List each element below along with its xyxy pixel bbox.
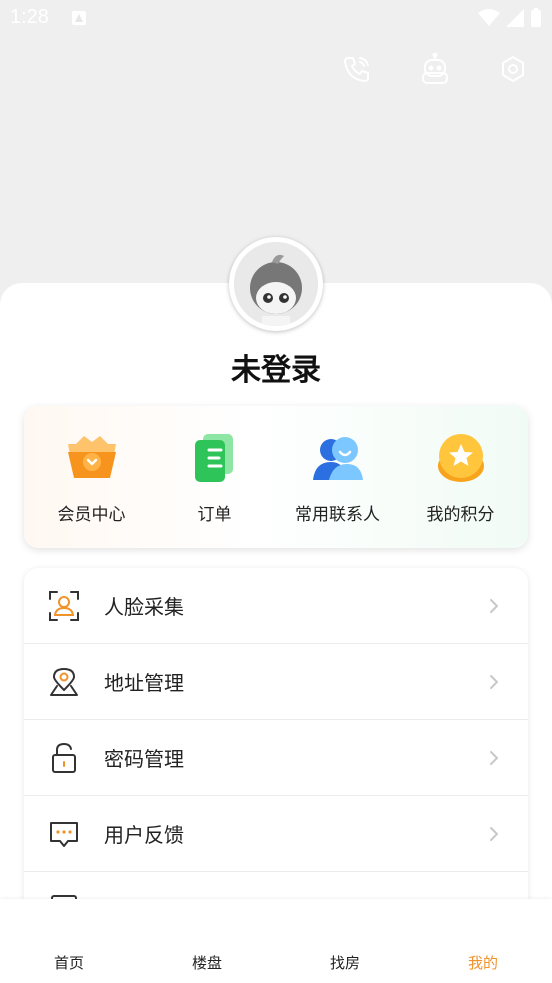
menu-item-password[interactable]: 密码管理 [24,720,528,796]
wifi-icon [478,9,500,26]
settings-icon[interactable] [496,52,530,86]
quick-item-orders[interactable]: 订单 [155,430,275,525]
lock-icon [44,738,84,778]
menu-label: 人脸采集 [104,595,184,619]
user-name[interactable]: 未登录 [0,345,552,389]
menu-list: 人脸采集 地址管理 密码管理 用户反馈 [24,568,528,928]
quick-label: 我的积分 [426,504,495,525]
chevron-right-icon [490,750,498,765]
battery-icon [531,8,541,27]
crown-icon [64,430,120,486]
quick-label: 常用联系人 [295,504,380,525]
feedback-icon [44,814,84,854]
avatar-image [234,242,318,326]
quick-item-points[interactable]: 我的积分 [401,430,521,525]
menu-label: 用户反馈 [104,823,184,847]
menu-item-address[interactable]: 地址管理 [24,644,528,720]
chevron-right-icon [490,674,498,689]
phone-icon[interactable] [340,52,374,86]
avatar[interactable] [229,237,323,331]
nav-mine[interactable]: 我的 [423,952,543,973]
signal-icon [506,9,524,27]
menu-item-feedback[interactable]: 用户反馈 [24,796,528,872]
status-bar: 1:28 [0,0,552,36]
status-icons [478,8,542,28]
bottom-nav: 首页 楼盘 找房 我的 [0,899,552,983]
notification-icon [72,11,86,25]
robot-icon[interactable] [418,52,452,86]
nav-find-house[interactable]: 找房 [285,952,405,973]
order-icon [187,430,243,486]
menu-label: 地址管理 [104,671,184,695]
quick-item-member-center[interactable]: 会员中心 [32,430,152,525]
quick-item-contacts[interactable]: 常用联系人 [278,430,398,525]
menu-label: 密码管理 [104,747,184,771]
nav-home[interactable]: 首页 [9,952,129,973]
quick-label: 会员中心 [57,504,126,525]
chevron-right-icon [490,826,498,841]
face-scan-icon [44,586,84,626]
contacts-icon [310,430,366,486]
chevron-right-icon [490,598,498,613]
status-time: 1:28 [10,6,49,28]
points-icon [433,430,489,486]
quick-label: 订单 [197,504,232,525]
quick-actions-card: 会员中心 订单 常用联系人 我的积分 [24,406,528,548]
menu-item-face-capture[interactable]: 人脸采集 [24,568,528,644]
nav-properties[interactable]: 楼盘 [147,952,267,973]
top-actions [340,52,530,86]
location-icon [44,662,84,702]
screen: 1:28 未登录 会员中心 订单 常用联系人 我的积分 人脸采集 地址管理 密码… [0,0,552,983]
